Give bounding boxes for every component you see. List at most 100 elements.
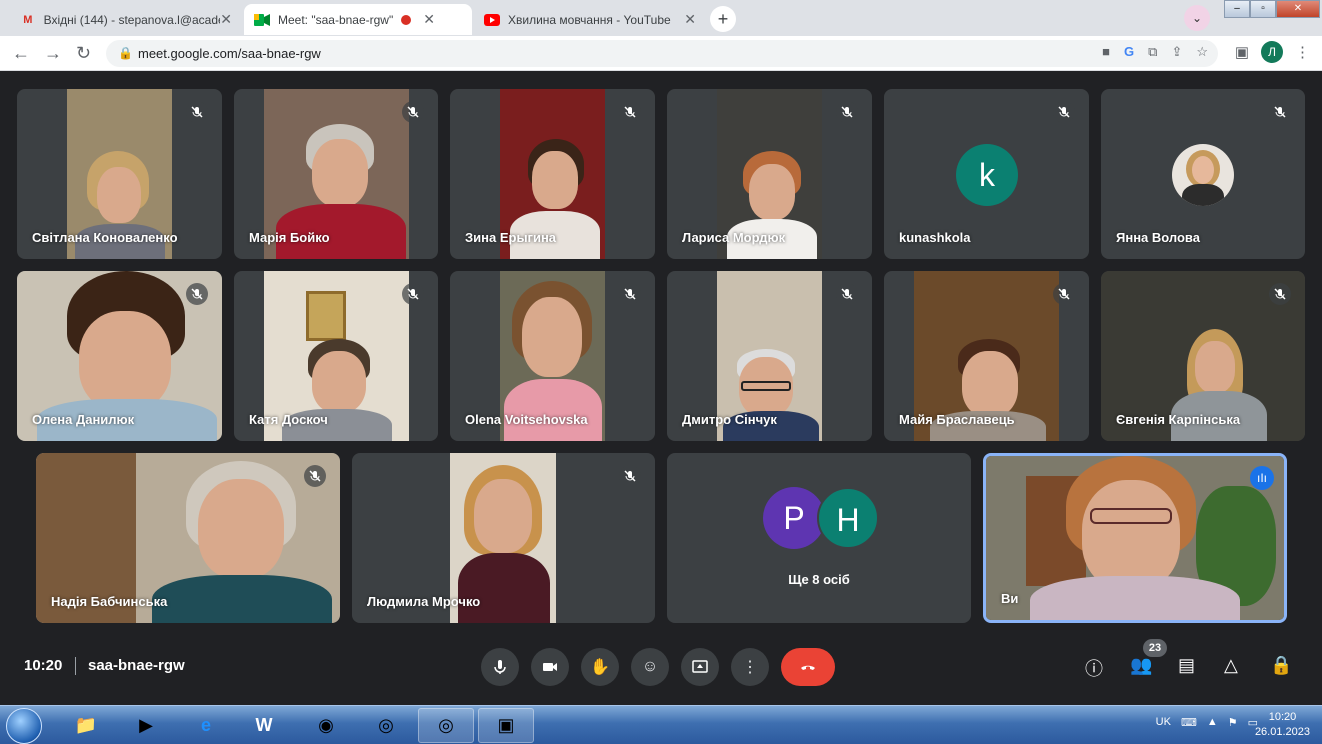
participant-tile[interactable]: Світлана Коноваленко bbox=[17, 89, 222, 259]
minimize-button[interactable]: – bbox=[1224, 0, 1250, 18]
share-icon[interactable]: ⇪ bbox=[1171, 44, 1182, 60]
system-clock[interactable]: 10:20 26.01.2023 bbox=[1255, 710, 1310, 740]
microphone-icon bbox=[494, 660, 506, 674]
mic-off-icon bbox=[836, 101, 858, 123]
mic-off-icon bbox=[402, 101, 424, 123]
reactions-button[interactable]: ☺ bbox=[631, 648, 669, 686]
tab-meet[interactable]: Meet: "saa-bnae-rgw" ✕ bbox=[244, 4, 472, 35]
kebab-menu-icon: ⋮ bbox=[742, 659, 758, 676]
raise-hand-button[interactable]: ✋ bbox=[581, 648, 619, 686]
more-options-button[interactable]: ⋮ bbox=[731, 648, 769, 686]
emoji-icon: ☺ bbox=[641, 658, 659, 675]
presentation-app-icon[interactable]: ▣ bbox=[478, 708, 534, 743]
info-icon[interactable]: ⓘ bbox=[1085, 655, 1103, 681]
participant-avatar bbox=[1172, 144, 1234, 206]
activities-icon[interactable]: △ bbox=[1224, 655, 1238, 676]
omnibox-icons: ■ G ⧉ ⇪ ☆ bbox=[1102, 44, 1208, 60]
back-arrow-icon[interactable]: ← bbox=[12, 43, 30, 64]
kebab-menu-icon[interactable]: ⋮ bbox=[1295, 43, 1310, 61]
present-screen-button[interactable] bbox=[681, 648, 719, 686]
participant-name: Марія Бойко bbox=[249, 230, 330, 245]
address-bar[interactable]: 🔒 meet.google.com/saa-bnae-rgw ■ G ⧉ ⇪ ☆ bbox=[106, 40, 1218, 67]
leave-call-button[interactable] bbox=[781, 648, 835, 686]
more-participants-label: Ще 8 осіб bbox=[788, 572, 850, 587]
present-icon bbox=[692, 660, 708, 673]
mic-off-icon bbox=[836, 283, 858, 305]
profile-avatar[interactable]: Л bbox=[1261, 41, 1283, 63]
participant-tile[interactable]: Дмитро Сінчук bbox=[667, 271, 872, 441]
close-icon[interactable]: ✕ bbox=[423, 11, 435, 28]
mic-off-icon bbox=[402, 283, 424, 305]
participant-tile[interactable]: Людмила Мрочко bbox=[352, 453, 655, 623]
host-controls-icon[interactable]: 🔒 bbox=[1270, 655, 1292, 676]
participant-name: Надія Бабчинська bbox=[51, 594, 168, 609]
google-icon[interactable]: G bbox=[1124, 44, 1134, 60]
participant-tile[interactable]: Катя Доскоч bbox=[234, 271, 438, 441]
meeting-time: 10:20 bbox=[24, 657, 63, 674]
side-panel-icon[interactable]: ▣ bbox=[1235, 43, 1249, 61]
close-icon[interactable]: ✕ bbox=[684, 11, 696, 28]
tab-strip: M Вхідні (144) - stepanova.l@acade ✕ Mee… bbox=[0, 0, 1322, 36]
participant-tile[interactable]: Марія Бойко bbox=[234, 89, 438, 259]
participant-name: Янна Волова bbox=[1116, 230, 1200, 245]
participant-name: Зина Ерыгина bbox=[465, 230, 557, 245]
participant-avatar: k bbox=[956, 144, 1018, 206]
self-view-tile[interactable]: ıIı Ви bbox=[983, 453, 1287, 623]
participant-tile[interactable]: Євгенія Карпінська bbox=[1101, 271, 1305, 441]
mic-off-icon bbox=[619, 101, 641, 123]
participant-tile[interactable]: k kunashkola bbox=[884, 89, 1089, 259]
mic-off-icon bbox=[1053, 283, 1075, 305]
camera-icon bbox=[543, 663, 557, 671]
maximize-button[interactable]: ▫ bbox=[1250, 0, 1276, 18]
participant-tile[interactable]: Янна Волова bbox=[1101, 89, 1305, 259]
windows-taskbar: 📁 ▶ e W ◉ ◎ ◎ ▣ UK ⌨ ▲ ⚑ ▭ 10:20 26.01.2… bbox=[0, 705, 1322, 744]
chat-icon[interactable]: ▤ bbox=[1178, 655, 1195, 676]
participant-tile[interactable]: Зина Ерыгина bbox=[450, 89, 655, 259]
internet-explorer-icon[interactable]: e bbox=[178, 708, 234, 743]
language-indicator[interactable]: UK bbox=[1156, 716, 1171, 729]
file-explorer-icon[interactable]: 📁 bbox=[58, 708, 114, 743]
mic-off-icon bbox=[1269, 101, 1291, 123]
start-button[interactable] bbox=[6, 708, 42, 744]
flag-icon[interactable]: ⚑ bbox=[1228, 716, 1238, 729]
edge-icon[interactable]: ◉ bbox=[298, 708, 354, 743]
mic-off-icon bbox=[1269, 283, 1291, 305]
url-text[interactable]: meet.google.com/saa-bnae-rgw bbox=[138, 46, 321, 61]
translate-icon[interactable]: ⧉ bbox=[1148, 44, 1157, 60]
reload-icon[interactable]: ↻ bbox=[76, 43, 91, 64]
participant-name: Людмила Мрочко bbox=[367, 594, 481, 609]
meeting-controls-bar: 10:20 saa-bnae-rgw ✋ ☺ ⋮ ⓘ 23 👥 ▤ △ 🔒 bbox=[0, 635, 1322, 705]
participant-tile[interactable]: Olena Voitsehovska bbox=[450, 271, 655, 441]
camera-button[interactable] bbox=[531, 648, 569, 686]
participant-name: kunashkola bbox=[899, 230, 971, 245]
chrome-icon[interactable]: ◎ bbox=[358, 708, 414, 743]
more-participants-tile[interactable]: P H Ще 8 осіб bbox=[667, 453, 971, 623]
new-tab-button[interactable]: + bbox=[710, 6, 736, 32]
camera-icon[interactable]: ■ bbox=[1102, 44, 1110, 60]
chrome-open-icon[interactable]: ◎ bbox=[418, 708, 474, 743]
hang-up-icon bbox=[801, 665, 815, 670]
word-icon[interactable]: W bbox=[236, 708, 292, 743]
microphone-button[interactable] bbox=[481, 648, 519, 686]
close-icon[interactable]: ✕ bbox=[220, 11, 232, 28]
participant-video bbox=[986, 456, 1284, 620]
bookmark-star-icon[interactable]: ☆ bbox=[1196, 44, 1208, 60]
participant-name: Лариса Мордюк bbox=[682, 230, 786, 245]
participant-tile[interactable]: Майя Браславець bbox=[884, 271, 1089, 441]
participant-tile[interactable]: Надія Бабчинська bbox=[36, 453, 340, 623]
tab-title: Вхідні (144) - stepanova.l@acade bbox=[43, 12, 221, 27]
participant-name: Ви bbox=[1001, 591, 1019, 606]
chevron-up-icon[interactable]: ▲ bbox=[1207, 716, 1218, 729]
participant-tile[interactable]: Лариса Мордюк bbox=[667, 89, 872, 259]
people-icon[interactable]: 👥 bbox=[1130, 655, 1152, 676]
system-tray: UK ⌨ ▲ ⚑ ▭ bbox=[1156, 716, 1258, 729]
tab-youtube[interactable]: Хвилина мовчання - YouTube ✕ bbox=[474, 4, 706, 35]
tab-gmail[interactable]: M Вхідні (144) - stepanova.l@acade ✕ bbox=[10, 4, 242, 35]
window-close-button[interactable]: ✕ bbox=[1276, 0, 1320, 18]
recording-icon bbox=[401, 14, 412, 25]
forward-arrow-icon[interactable]: → bbox=[44, 43, 62, 64]
media-player-icon[interactable]: ▶ bbox=[118, 708, 174, 743]
chevron-down-icon[interactable]: ⌄ bbox=[1184, 5, 1210, 31]
keyboard-icon[interactable]: ⌨ bbox=[1181, 716, 1197, 729]
participant-tile[interactable]: Олена Данилюк bbox=[17, 271, 222, 441]
